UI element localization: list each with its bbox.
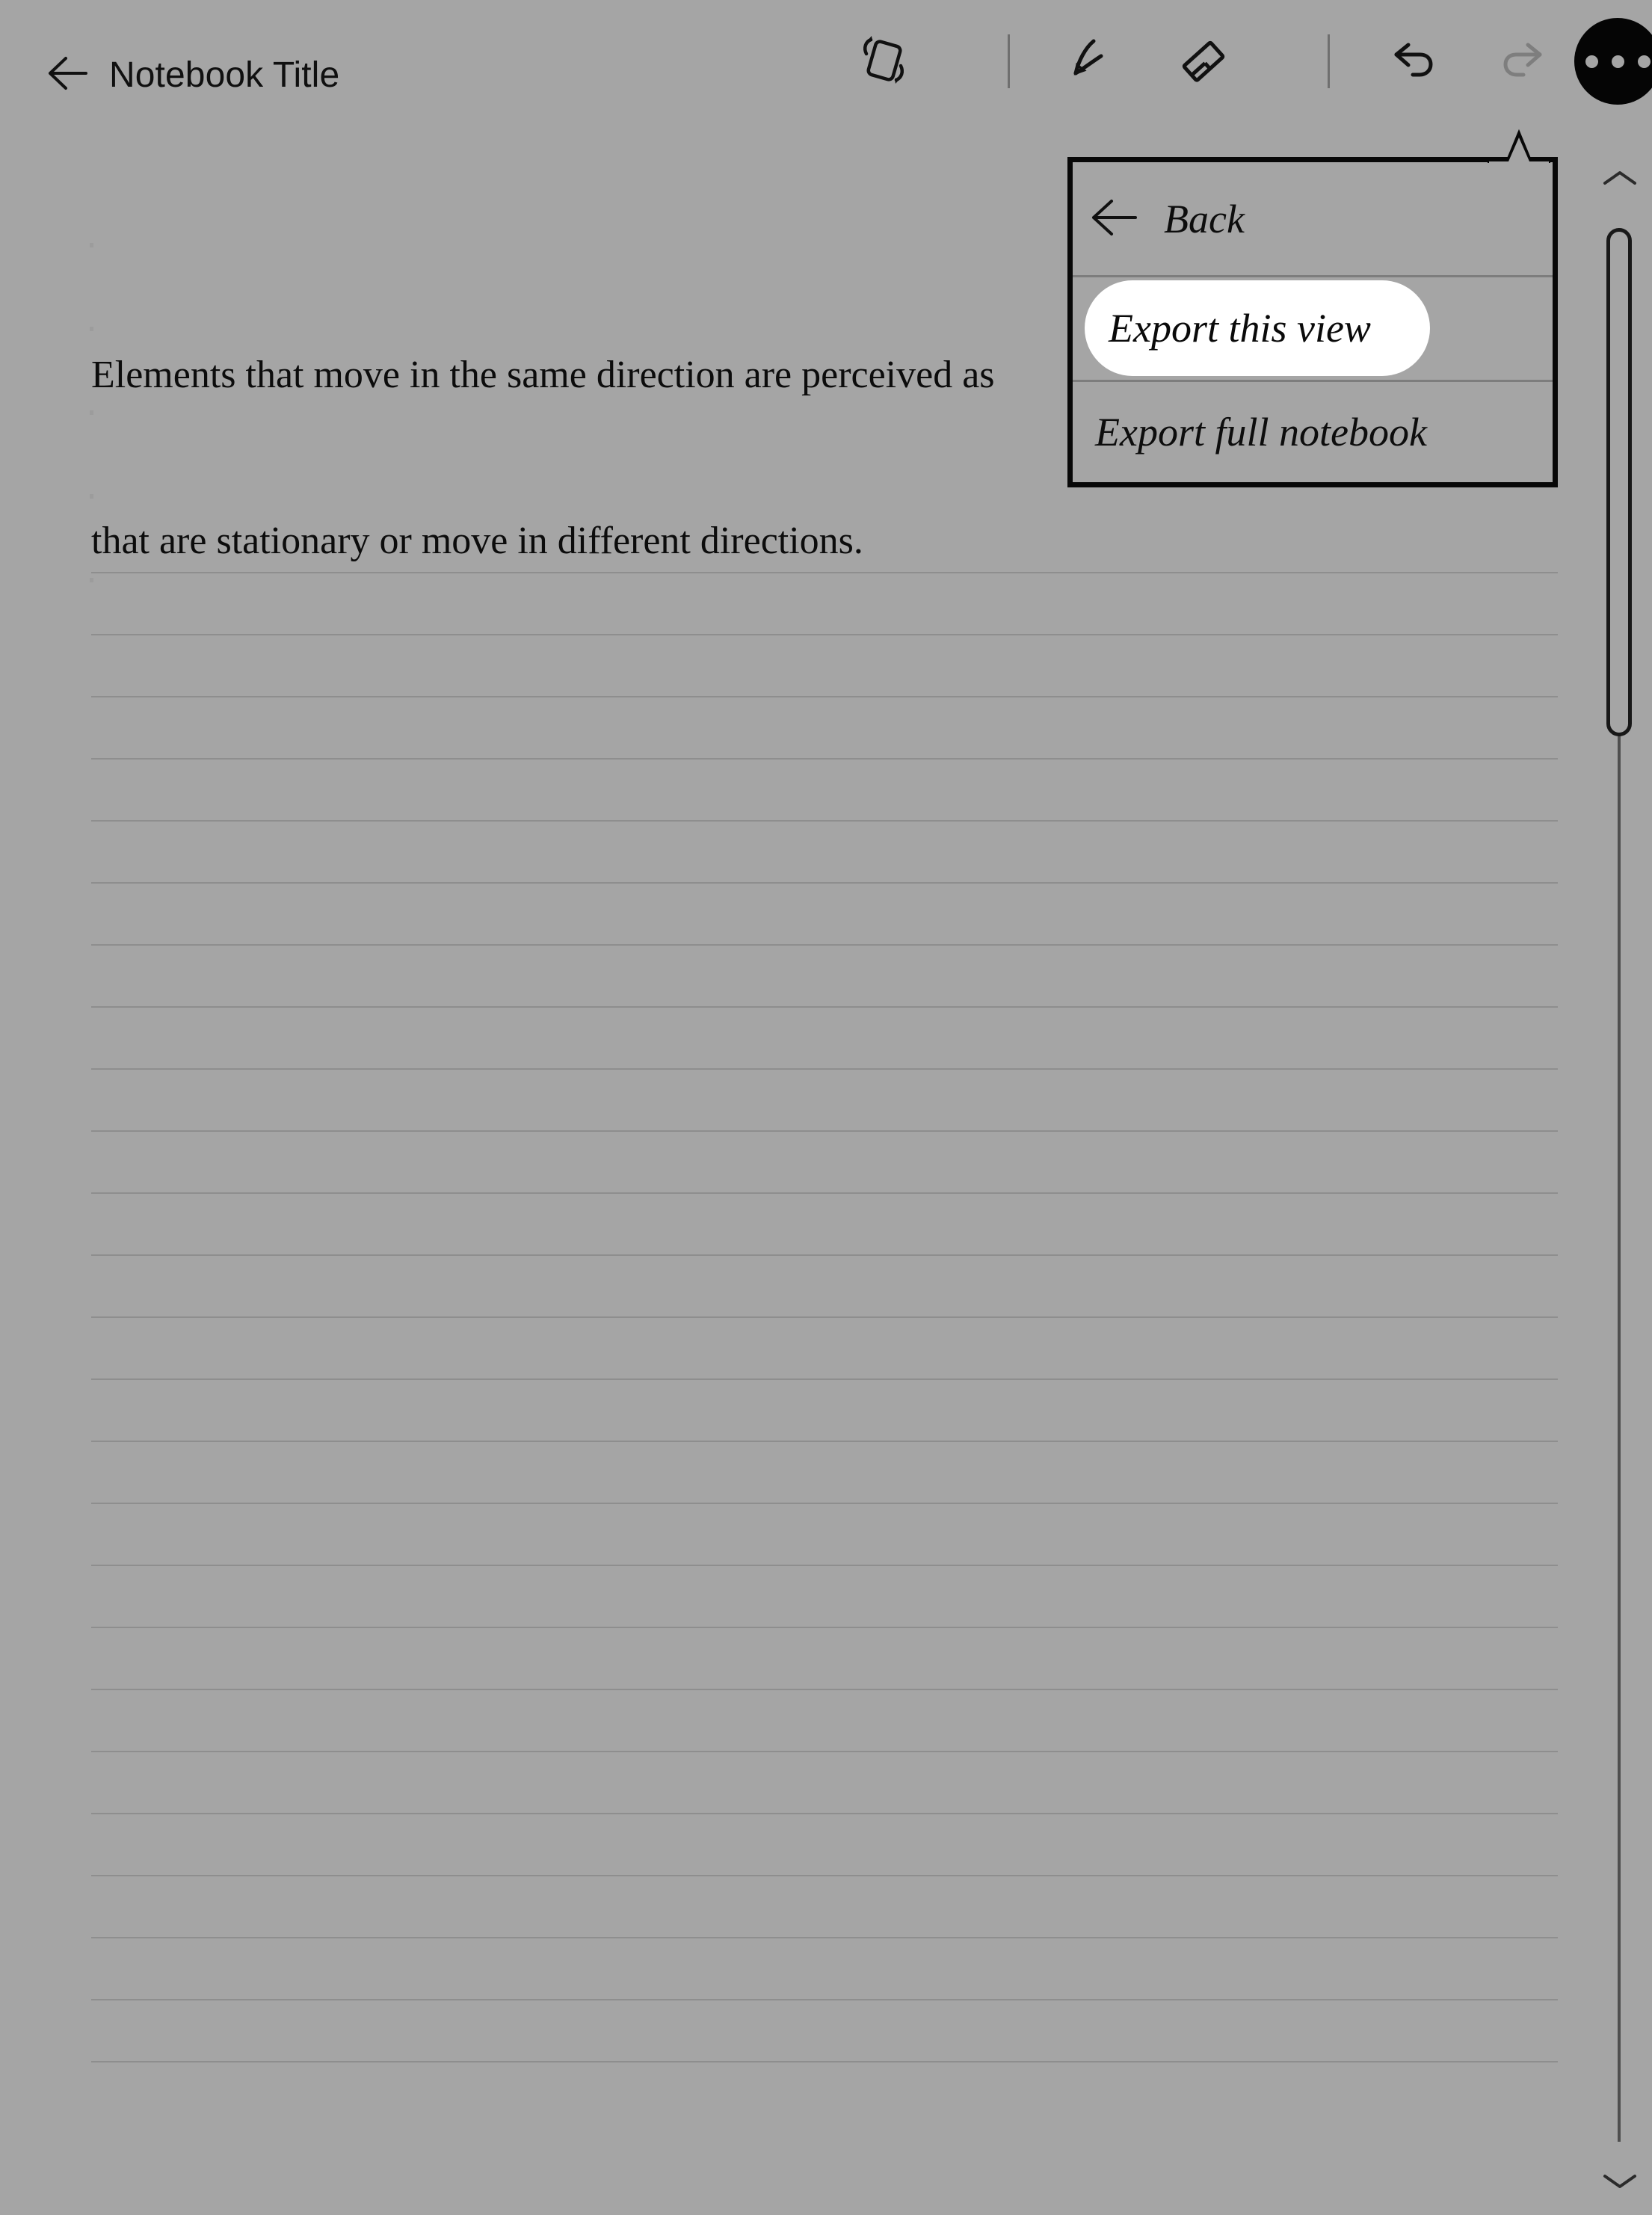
ruled-line [91, 1441, 1558, 1442]
menu-item-back[interactable]: Back [1073, 162, 1553, 276]
menu-pointer-notch [1488, 129, 1550, 164]
eraser-button[interactable] [1166, 25, 1238, 97]
ruled-line [91, 2061, 1558, 2062]
ruled-line [91, 1813, 1558, 1814]
back-navigation[interactable]: Notebook Title [46, 51, 339, 99]
arrow-left-icon [1089, 198, 1138, 241]
selected-highlight-pill[interactable]: Export this view [1085, 280, 1430, 376]
ruled-line [91, 1937, 1558, 1938]
ruled-line [91, 1627, 1558, 1628]
ruled-line [91, 1192, 1558, 1194]
menu-item-export-this-view-label: Export this view [1109, 306, 1371, 351]
pen-button[interactable] [1052, 25, 1124, 97]
margin-tick [90, 243, 93, 247]
ruled-line [91, 1130, 1558, 1132]
redo-icon [1494, 30, 1553, 93]
ruled-line [91, 696, 1558, 697]
ruled-line [91, 1689, 1558, 1690]
chevron-up-icon [1602, 168, 1638, 191]
toolbar-divider [1328, 34, 1330, 88]
redo-button[interactable] [1488, 25, 1559, 97]
ruled-line [91, 1503, 1558, 1504]
top-toolbar: Notebook Title [0, 0, 1652, 161]
ruled-line [91, 1565, 1558, 1566]
undo-button[interactable] [1375, 25, 1447, 97]
ruled-line [91, 882, 1558, 884]
scroll-up-button[interactable] [1597, 161, 1643, 198]
ruled-line [91, 1316, 1558, 1318]
note-line-2: that are stationary or move in different… [91, 520, 863, 562]
ruled-line [91, 1999, 1558, 2000]
chevron-down-icon [1602, 2172, 1638, 2195]
pen-icon [1058, 30, 1118, 93]
page-title: Notebook Title [109, 55, 340, 95]
ruled-line [91, 1068, 1558, 1070]
ruled-line [91, 1378, 1558, 1380]
ruled-line [91, 1875, 1558, 1876]
ruled-line [91, 820, 1558, 822]
eraser-icon [1172, 30, 1232, 93]
arrow-left-icon[interactable] [46, 56, 88, 94]
menu-item-export-this-view[interactable]: Export this view [1073, 276, 1553, 381]
menu-item-export-full-notebook[interactable]: Export full notebook [1073, 381, 1553, 483]
export-menu-popup[interactable]: Back Export this view Export full notebo… [1067, 157, 1558, 487]
more-dots-icon [1637, 55, 1651, 68]
menu-item-back-label: Back [1164, 197, 1245, 241]
menu-item-export-full-notebook-label: Export full notebook [1095, 409, 1427, 455]
ruled-line [91, 1751, 1558, 1752]
more-dots-icon [1611, 55, 1624, 68]
ruled-line [91, 1006, 1558, 1008]
scrollbar-thumb[interactable] [1606, 228, 1632, 736]
rotate-page-icon [854, 30, 913, 93]
ruled-line [91, 1254, 1558, 1256]
rotate-page-button[interactable] [848, 25, 919, 97]
ruled-line [91, 758, 1558, 760]
more-options-button[interactable] [1574, 18, 1652, 105]
toolbar-divider [1008, 34, 1010, 88]
more-dots-icon [1585, 55, 1598, 68]
ruled-line [91, 944, 1558, 946]
vertical-scrollbar[interactable] [1588, 161, 1652, 2215]
scroll-down-button[interactable] [1597, 2164, 1643, 2202]
undo-icon [1381, 30, 1441, 93]
